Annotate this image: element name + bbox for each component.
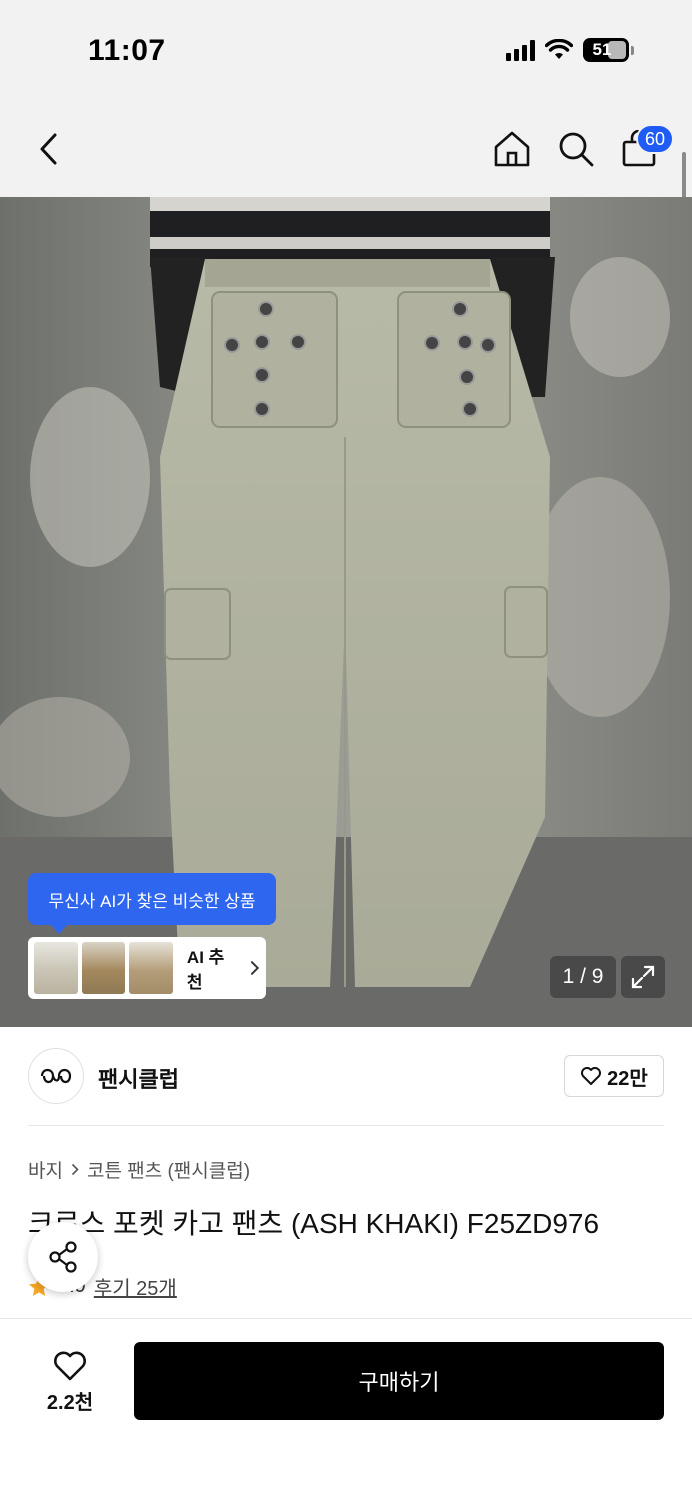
brand-like-button[interactable]: 22만: [564, 1055, 664, 1097]
status-icons: 51: [506, 38, 634, 62]
breadcrumb-subcategory[interactable]: 코튼 팬츠 (팬시클럽): [87, 1156, 250, 1183]
ai-similar-tooltip: 무신사 AI가 찾은 비슷한 상품: [28, 873, 276, 934]
home-button[interactable]: [491, 128, 533, 170]
ai-recommend-label: AI 추천: [186, 948, 225, 992]
back-button[interactable]: [28, 128, 70, 170]
heart-icon: [54, 1351, 86, 1380]
search-button[interactable]: [555, 128, 597, 170]
ai-recommend-card[interactable]: AI 추천: [28, 937, 266, 999]
brand-row: 팬시클럽 22만: [28, 1048, 664, 1126]
status-bar: 11:07 51: [0, 0, 692, 100]
status-time: 11:07: [88, 34, 166, 67]
top-navigation: [0, 100, 692, 197]
chevron-right-icon: [71, 1163, 79, 1176]
wishlist-button[interactable]: 2.2천: [30, 1345, 110, 1419]
battery-level-text: 51: [592, 40, 612, 59]
breadcrumb-category[interactable]: 바지: [28, 1156, 63, 1183]
similar-product-thumbnail[interactable]: [81, 942, 126, 994]
buy-button[interactable]: 구매하기: [134, 1342, 664, 1420]
heart-icon: [581, 1067, 602, 1085]
chevron-right-icon: [251, 961, 260, 975]
back-icon: [40, 133, 57, 165]
search-icon: [559, 132, 594, 167]
share-button[interactable]: [28, 1222, 98, 1292]
wifi-icon: [545, 39, 573, 59]
share-icon: [49, 1241, 77, 1273]
brand-logo-mark: [40, 1068, 72, 1084]
similar-product-thumbnail[interactable]: [129, 942, 173, 994]
product-title: 크로스 포켓 카고 팬츠 (ASH KHAKI) F25ZD976: [28, 1208, 600, 1239]
brand-like-count: 22만: [607, 1067, 648, 1090]
image-page-counter: 1 / 9: [550, 956, 616, 998]
expand-image-button[interactable]: [621, 956, 665, 998]
cart-count-badge: 60: [636, 124, 674, 154]
wishlist-count: 2.2천: [46, 1391, 94, 1414]
breadcrumb: 바지 코튼 팬츠 (팬시클럽): [28, 1156, 250, 1183]
expand-icon: [631, 965, 655, 989]
brand-logo[interactable]: [28, 1048, 84, 1104]
home-icon: [494, 131, 530, 167]
bottom-action-bar: 2.2천 구매하기: [0, 1318, 692, 1500]
similar-product-thumbnail[interactable]: [34, 942, 78, 994]
reviews-link[interactable]: 후기 25개: [94, 1272, 177, 1301]
battery-icon: 51: [583, 38, 629, 62]
brand-name[interactable]: 팬시클럽: [98, 1062, 179, 1094]
cellular-signal-icon: [506, 39, 535, 61]
